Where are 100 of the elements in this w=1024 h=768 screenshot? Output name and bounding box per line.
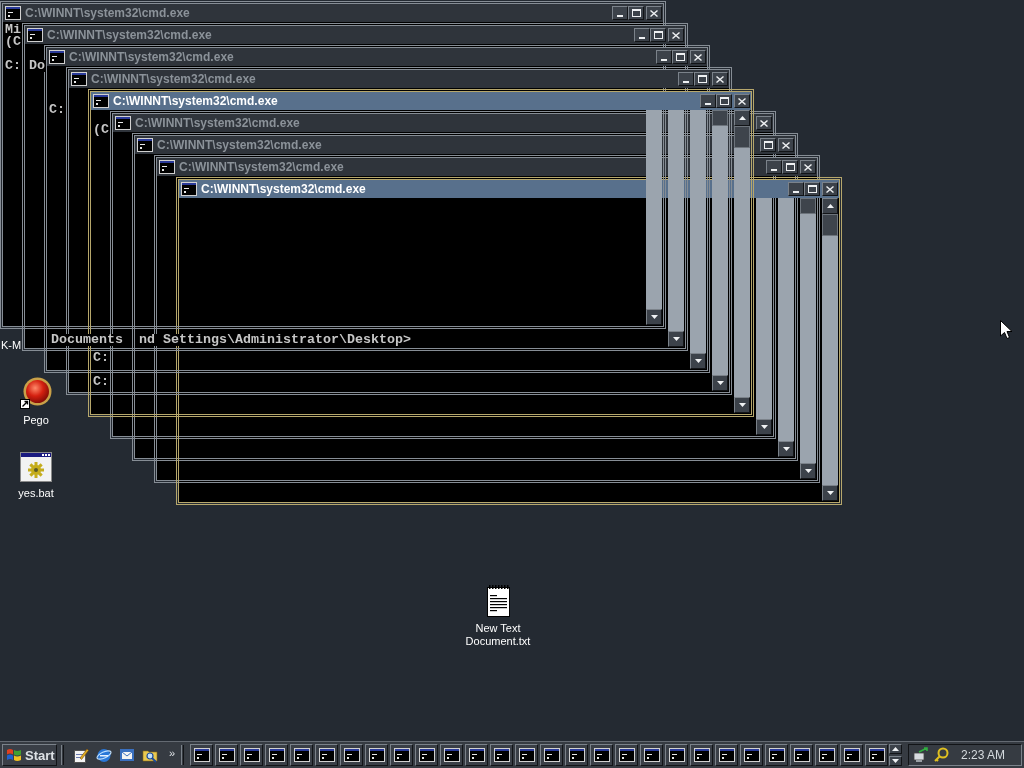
close-button[interactable] <box>646 6 662 20</box>
close-button[interactable] <box>778 138 794 152</box>
scroll-down-button[interactable] <box>690 353 706 369</box>
ball-shortcut-icon[interactable] <box>20 377 52 409</box>
envelope-icon[interactable] <box>119 747 135 763</box>
scroll-up-button[interactable] <box>734 110 750 126</box>
taskbar-button[interactable] <box>515 744 538 766</box>
maximize-button[interactable] <box>716 94 732 108</box>
close-button[interactable] <box>822 182 838 196</box>
taskbar-button[interactable] <box>640 744 663 766</box>
minimize-button[interactable] <box>678 72 694 86</box>
close-button[interactable] <box>712 72 728 86</box>
minimize-button[interactable] <box>700 94 716 108</box>
icon-label[interactable]: yes.bat <box>18 487 54 500</box>
taskbar-button[interactable] <box>590 744 613 766</box>
close-button[interactable] <box>690 50 706 64</box>
scrollbar[interactable] <box>800 198 816 479</box>
icon-label[interactable]: New Text Document.txt <box>460 622 536 648</box>
scroll-down-button[interactable] <box>889 756 902 766</box>
scrollbar-thumb[interactable] <box>822 214 838 236</box>
scrollbar[interactable] <box>756 198 772 435</box>
scroll-down-button[interactable] <box>756 419 772 435</box>
maximize-button[interactable] <box>760 138 776 152</box>
folder-search-icon[interactable] <box>142 747 158 763</box>
taskbar-button[interactable] <box>315 744 338 766</box>
taskbar-button[interactable] <box>490 744 513 766</box>
scroll-down-button[interactable] <box>734 397 750 413</box>
icon-label[interactable]: Pego <box>23 414 49 427</box>
scroll-down-button[interactable] <box>712 375 728 391</box>
taskbar-button[interactable] <box>465 744 488 766</box>
minimize-button[interactable] <box>788 182 804 196</box>
maximize-button[interactable] <box>672 50 688 64</box>
taskbar-button[interactable] <box>765 744 788 766</box>
minimize-button[interactable] <box>612 6 628 20</box>
chevron-button[interactable]: » <box>166 743 178 763</box>
notepad-icon[interactable] <box>484 585 512 617</box>
scroll-down-button[interactable] <box>800 463 816 479</box>
scroll-up-button[interactable] <box>822 198 838 214</box>
scroll-down-button[interactable] <box>778 441 794 457</box>
scroll-down-button[interactable] <box>646 309 662 325</box>
taskbar-button[interactable] <box>265 744 288 766</box>
maximize-button[interactable] <box>782 160 798 174</box>
globe-icon[interactable] <box>96 747 112 763</box>
taskbar-button[interactable] <box>240 744 263 766</box>
title-bar[interactable]: C:\WINNT\system32\cmd.exe <box>91 92 751 110</box>
taskbar-button[interactable] <box>290 744 313 766</box>
taskbar-button[interactable] <box>415 744 438 766</box>
scrollbar-thumb[interactable] <box>734 126 750 148</box>
start-button[interactable]: Start <box>2 744 57 766</box>
taskbar-button[interactable] <box>390 744 413 766</box>
taskbar-button[interactable] <box>615 744 638 766</box>
gear-window-icon[interactable] <box>20 452 52 482</box>
taskbar-button[interactable] <box>715 744 738 766</box>
scrollbar[interactable] <box>646 110 662 325</box>
scrollbar[interactable] <box>778 198 794 457</box>
taskbar-button[interactable] <box>840 744 863 766</box>
taskbar-button[interactable] <box>365 744 388 766</box>
close-button[interactable] <box>668 28 684 42</box>
taskbar-button[interactable] <box>865 744 888 766</box>
minimize-button[interactable] <box>656 50 672 64</box>
scrollbar-thumb[interactable] <box>800 198 816 214</box>
close-button[interactable] <box>800 160 816 174</box>
close-button[interactable] <box>734 94 750 108</box>
taskbar-button[interactable] <box>565 744 588 766</box>
title-bar[interactable]: C:\WINNT\system32\cmd.exe <box>47 48 707 66</box>
close-button[interactable] <box>756 116 772 130</box>
taskbar-button[interactable] <box>190 744 213 766</box>
icon-label[interactable]: K-M <box>0 339 22 352</box>
taskbar-button[interactable] <box>540 744 563 766</box>
scrollbar[interactable] <box>822 198 838 501</box>
taskbar-button[interactable] <box>740 744 763 766</box>
taskbar-button[interactable] <box>215 744 238 766</box>
scroll-down-button[interactable] <box>822 485 838 501</box>
taskbar-button[interactable] <box>790 744 813 766</box>
scroll-down-button[interactable] <box>668 331 684 347</box>
pencil-document-icon[interactable] <box>73 747 89 763</box>
minimize-button[interactable] <box>766 160 782 174</box>
maximize-button[interactable] <box>694 72 710 86</box>
maximize-button[interactable] <box>804 182 820 196</box>
key-icon[interactable] <box>933 747 949 763</box>
scrollbar[interactable] <box>690 110 706 369</box>
scrollbar-thumb[interactable] <box>712 110 728 126</box>
maximize-button[interactable] <box>628 6 644 20</box>
title-bar[interactable]: C:\WINNT\system32\cmd.exe <box>3 4 663 22</box>
title-bar[interactable]: C:\WINNT\system32\cmd.exe <box>25 26 685 44</box>
title-bar[interactable]: C:\WINNT\system32\cmd.exe <box>69 70 729 88</box>
taskbar-button[interactable] <box>815 744 838 766</box>
taskbar-button[interactable] <box>340 744 363 766</box>
window-title: C:\WINNT\system32\cmd.exe <box>135 116 300 130</box>
taskbar-button[interactable] <box>690 744 713 766</box>
scroll-up-button[interactable] <box>889 744 902 754</box>
taskbar-button[interactable] <box>665 744 688 766</box>
maximize-button[interactable] <box>650 28 666 42</box>
scrollbar[interactable] <box>712 110 728 391</box>
taskbar-button[interactable] <box>440 744 463 766</box>
scrollbar[interactable] <box>668 110 684 347</box>
scrollbar[interactable] <box>734 110 750 413</box>
monitor-icon[interactable] <box>913 747 929 763</box>
minimize-button[interactable] <box>634 28 650 42</box>
maximize-icon <box>785 163 795 171</box>
